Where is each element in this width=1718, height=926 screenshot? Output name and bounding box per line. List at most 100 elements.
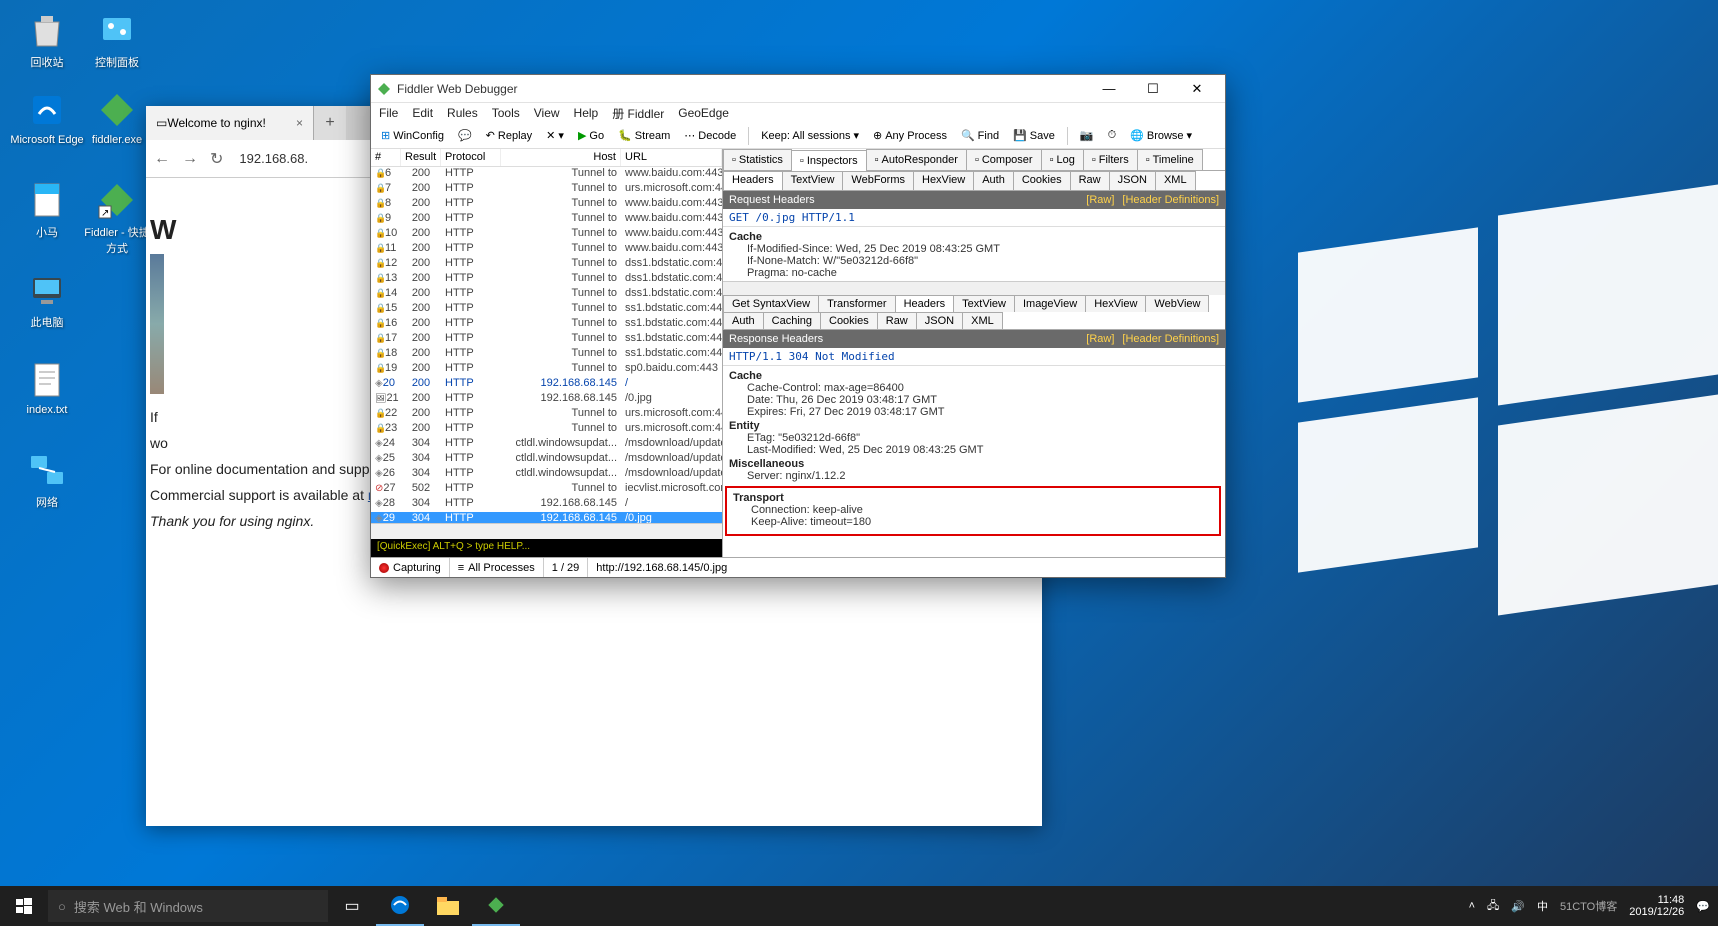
session-row[interactable]: 26304HTTPctldl.windowsupdat.../msdownloa…	[371, 467, 722, 482]
notification-center-icon[interactable]: 💬	[1696, 900, 1710, 913]
header-line[interactable]: Date: Thu, 26 Dec 2019 03:48:17 GMT	[729, 394, 1219, 406]
tray-network-icon[interactable]: 🖧	[1487, 897, 1499, 916]
tray-up-icon[interactable]: ˄	[1469, 900, 1475, 912]
main-tab[interactable]: ▫Composer	[966, 149, 1042, 170]
resp-subtab[interactable]: HexView	[1085, 295, 1146, 312]
process-filter[interactable]: ≡ All Processes	[450, 558, 544, 577]
winconfig-button[interactable]: ⊞ WinConfig	[377, 127, 448, 144]
desktop-icon[interactable]: fiddler.exe	[80, 90, 154, 146]
session-row[interactable]: 8200HTTPTunnel towww.baidu.com:443	[371, 197, 722, 212]
session-row[interactable]: 7200HTTPTunnel tours.microsoft.com:443	[371, 182, 722, 197]
menu-item[interactable]: View	[534, 106, 560, 120]
session-row[interactable]: 22200HTTPTunnel tours.microsoft.com:443	[371, 407, 722, 422]
header-line[interactable]: Pragma: no-cache	[729, 267, 1219, 279]
h-scrollbar[interactable]	[371, 523, 722, 539]
menu-item[interactable]: GeoEdge	[678, 106, 729, 120]
start-button[interactable]	[0, 886, 48, 926]
resp-raw-link[interactable]: [Raw]	[1086, 333, 1114, 345]
screenshot-button[interactable]: 📷	[1076, 127, 1098, 144]
resp-subtab[interactable]: Auth	[723, 312, 764, 329]
sessions-pane[interactable]: # Result Protocol Host URL 6200HTTPTunne…	[371, 149, 723, 557]
stream-button[interactable]: 🐛 Stream	[614, 127, 674, 144]
main-tab[interactable]: ▫Statistics	[723, 149, 792, 170]
task-view-button[interactable]: ▭	[328, 886, 376, 926]
session-row[interactable]: 24304HTTPctldl.windowsupdat.../msdownloa…	[371, 437, 722, 452]
keep-dropdown[interactable]: Keep: All sessions ▾	[757, 127, 863, 144]
session-row[interactable]: 10200HTTPTunnel towww.baidu.com:443	[371, 227, 722, 242]
col-protocol[interactable]: Protocol	[441, 149, 501, 166]
maximize-button[interactable]: ☐	[1131, 75, 1175, 103]
session-row[interactable]: 9200HTTPTunnel towww.baidu.com:443	[371, 212, 722, 227]
forward-button[interactable]: →	[182, 150, 198, 168]
main-tab[interactable]: ▫AutoResponder	[866, 149, 967, 170]
capturing-indicator[interactable]: Capturing	[371, 558, 450, 577]
session-row[interactable]: 27502HTTPTunnel toiecvlist.microsoft.com…	[371, 482, 722, 497]
menu-item[interactable]: Tools	[492, 106, 520, 120]
session-row[interactable]: 28304HTTP192.168.68.145/	[371, 497, 722, 512]
resp-subtab[interactable]: JSON	[916, 312, 963, 329]
desktop-icon[interactable]: 网络	[10, 450, 84, 510]
go-button[interactable]: ▶ Go	[574, 127, 608, 144]
header-line[interactable]: If-None-Match: W/"5e03212d-66f8"	[729, 255, 1219, 267]
replay-button[interactable]: ↶ Replay	[482, 127, 536, 144]
req-subtab[interactable]: Auth	[973, 171, 1014, 190]
session-row[interactable]: 25304HTTPctldl.windowsupdat.../msdownloa…	[371, 452, 722, 467]
desktop-icon[interactable]: 回收站	[10, 10, 84, 70]
timer-button[interactable]: ⏱	[1104, 127, 1121, 144]
desktop-icon[interactable]: 此电脑	[10, 270, 84, 330]
resp-subtab[interactable]: Caching	[763, 312, 821, 329]
resp-subtab[interactable]: Cookies	[820, 312, 878, 329]
header-line[interactable]: If-Modified-Since: Wed, 25 Dec 2019 08:4…	[729, 243, 1219, 255]
resp-subtab[interactable]: Raw	[877, 312, 917, 329]
browse-button[interactable]: 🌐 Browse ▾	[1126, 127, 1196, 144]
remove-button[interactable]: ✕ ▾	[542, 127, 568, 144]
back-button[interactable]: ←	[154, 150, 170, 168]
menu-item[interactable]: Rules	[447, 106, 478, 120]
resp-subtab[interactable]: XML	[962, 312, 1003, 329]
browser-tab[interactable]: ▭ Welcome to nginx! ×	[146, 106, 314, 140]
tray-date[interactable]: 2019/12/26	[1629, 906, 1684, 918]
resp-subtab[interactable]: TextView	[953, 295, 1015, 312]
refresh-button[interactable]: ↻	[210, 149, 223, 169]
resp-subtab[interactable]: ImageView	[1014, 295, 1086, 312]
header-line[interactable]: ETag: "5e03212d-66f8"	[729, 432, 1219, 444]
req-subtab[interactable]: HexView	[913, 171, 974, 190]
taskbar-edge[interactable]	[376, 886, 424, 926]
req-subtab[interactable]: XML	[1155, 171, 1196, 190]
menu-item[interactable]: 册 Fiddler	[612, 105, 664, 122]
header-line[interactable]: Expires: Fri, 27 Dec 2019 03:48:17 GMT	[729, 406, 1219, 418]
desktop-icon[interactable]: 控制面板	[80, 10, 154, 70]
process-button[interactable]: ⊕ Any Process	[869, 127, 951, 144]
col-id[interactable]: #	[371, 149, 401, 166]
session-row[interactable]: 29304HTTP192.168.68.145/0.jpg	[371, 512, 722, 523]
session-row[interactable]: 16200HTTPTunnel toss1.bdstatic.com:443	[371, 317, 722, 332]
resp-subtab[interactable]: Get SyntaxView	[723, 295, 819, 312]
header-line[interactable]: Server: nginx/1.12.2	[729, 470, 1219, 482]
header-line[interactable]: Cache-Control: max-age=86400	[729, 382, 1219, 394]
fiddler-window[interactable]: Fiddler Web Debugger — ☐ ✕ FileEditRules…	[370, 74, 1226, 578]
session-row[interactable]: 23200HTTPTunnel tours.microsoft.com:443	[371, 422, 722, 437]
req-subtab[interactable]: Headers	[723, 171, 783, 190]
session-row[interactable]: 6200HTTPTunnel towww.baidu.com:443	[371, 167, 722, 182]
header-line[interactable]: Connection: keep-alive	[733, 504, 1213, 516]
taskbar[interactable]: ○ 搜索 Web 和 Windows ▭ ˄ 🖧 🔊 中 51CTO博客 11:…	[0, 886, 1718, 926]
header-line[interactable]: Keep-Alive: timeout=180	[733, 516, 1213, 528]
system-tray[interactable]: ˄ 🖧 🔊 中 51CTO博客 11:48 2019/12/26 💬	[1461, 894, 1718, 918]
session-row[interactable]: 11200HTTPTunnel towww.baidu.com:443	[371, 242, 722, 257]
title-bar[interactable]: Fiddler Web Debugger — ☐ ✕	[371, 75, 1225, 103]
main-tab[interactable]: ▫Timeline	[1137, 149, 1203, 170]
session-row[interactable]: 20200HTTP192.168.68.145/	[371, 377, 722, 392]
new-tab-button[interactable]: +	[314, 106, 346, 140]
session-row[interactable]: 14200HTTPTunnel todss1.bdstatic.com:443	[371, 287, 722, 302]
main-tab[interactable]: ▫Log	[1041, 149, 1084, 170]
session-row[interactable]: 17200HTTPTunnel toss1.bdstatic.com:443	[371, 332, 722, 347]
req-defs-link[interactable]: [Header Definitions]	[1122, 194, 1219, 206]
col-url[interactable]: URL	[621, 149, 722, 166]
main-tab[interactable]: ▫Filters	[1083, 149, 1138, 170]
session-row[interactable]: 12200HTTPTunnel todss1.bdstatic.com:443	[371, 257, 722, 272]
find-button[interactable]: 🔍 Find	[957, 127, 1003, 144]
req-subtab[interactable]: Cookies	[1013, 171, 1071, 190]
resp-subtab[interactable]: Transformer	[818, 295, 896, 312]
req-subtab[interactable]: Raw	[1070, 171, 1110, 190]
quick-exec[interactable]: [QuickExec] ALT+Q > type HELP...	[371, 539, 722, 557]
